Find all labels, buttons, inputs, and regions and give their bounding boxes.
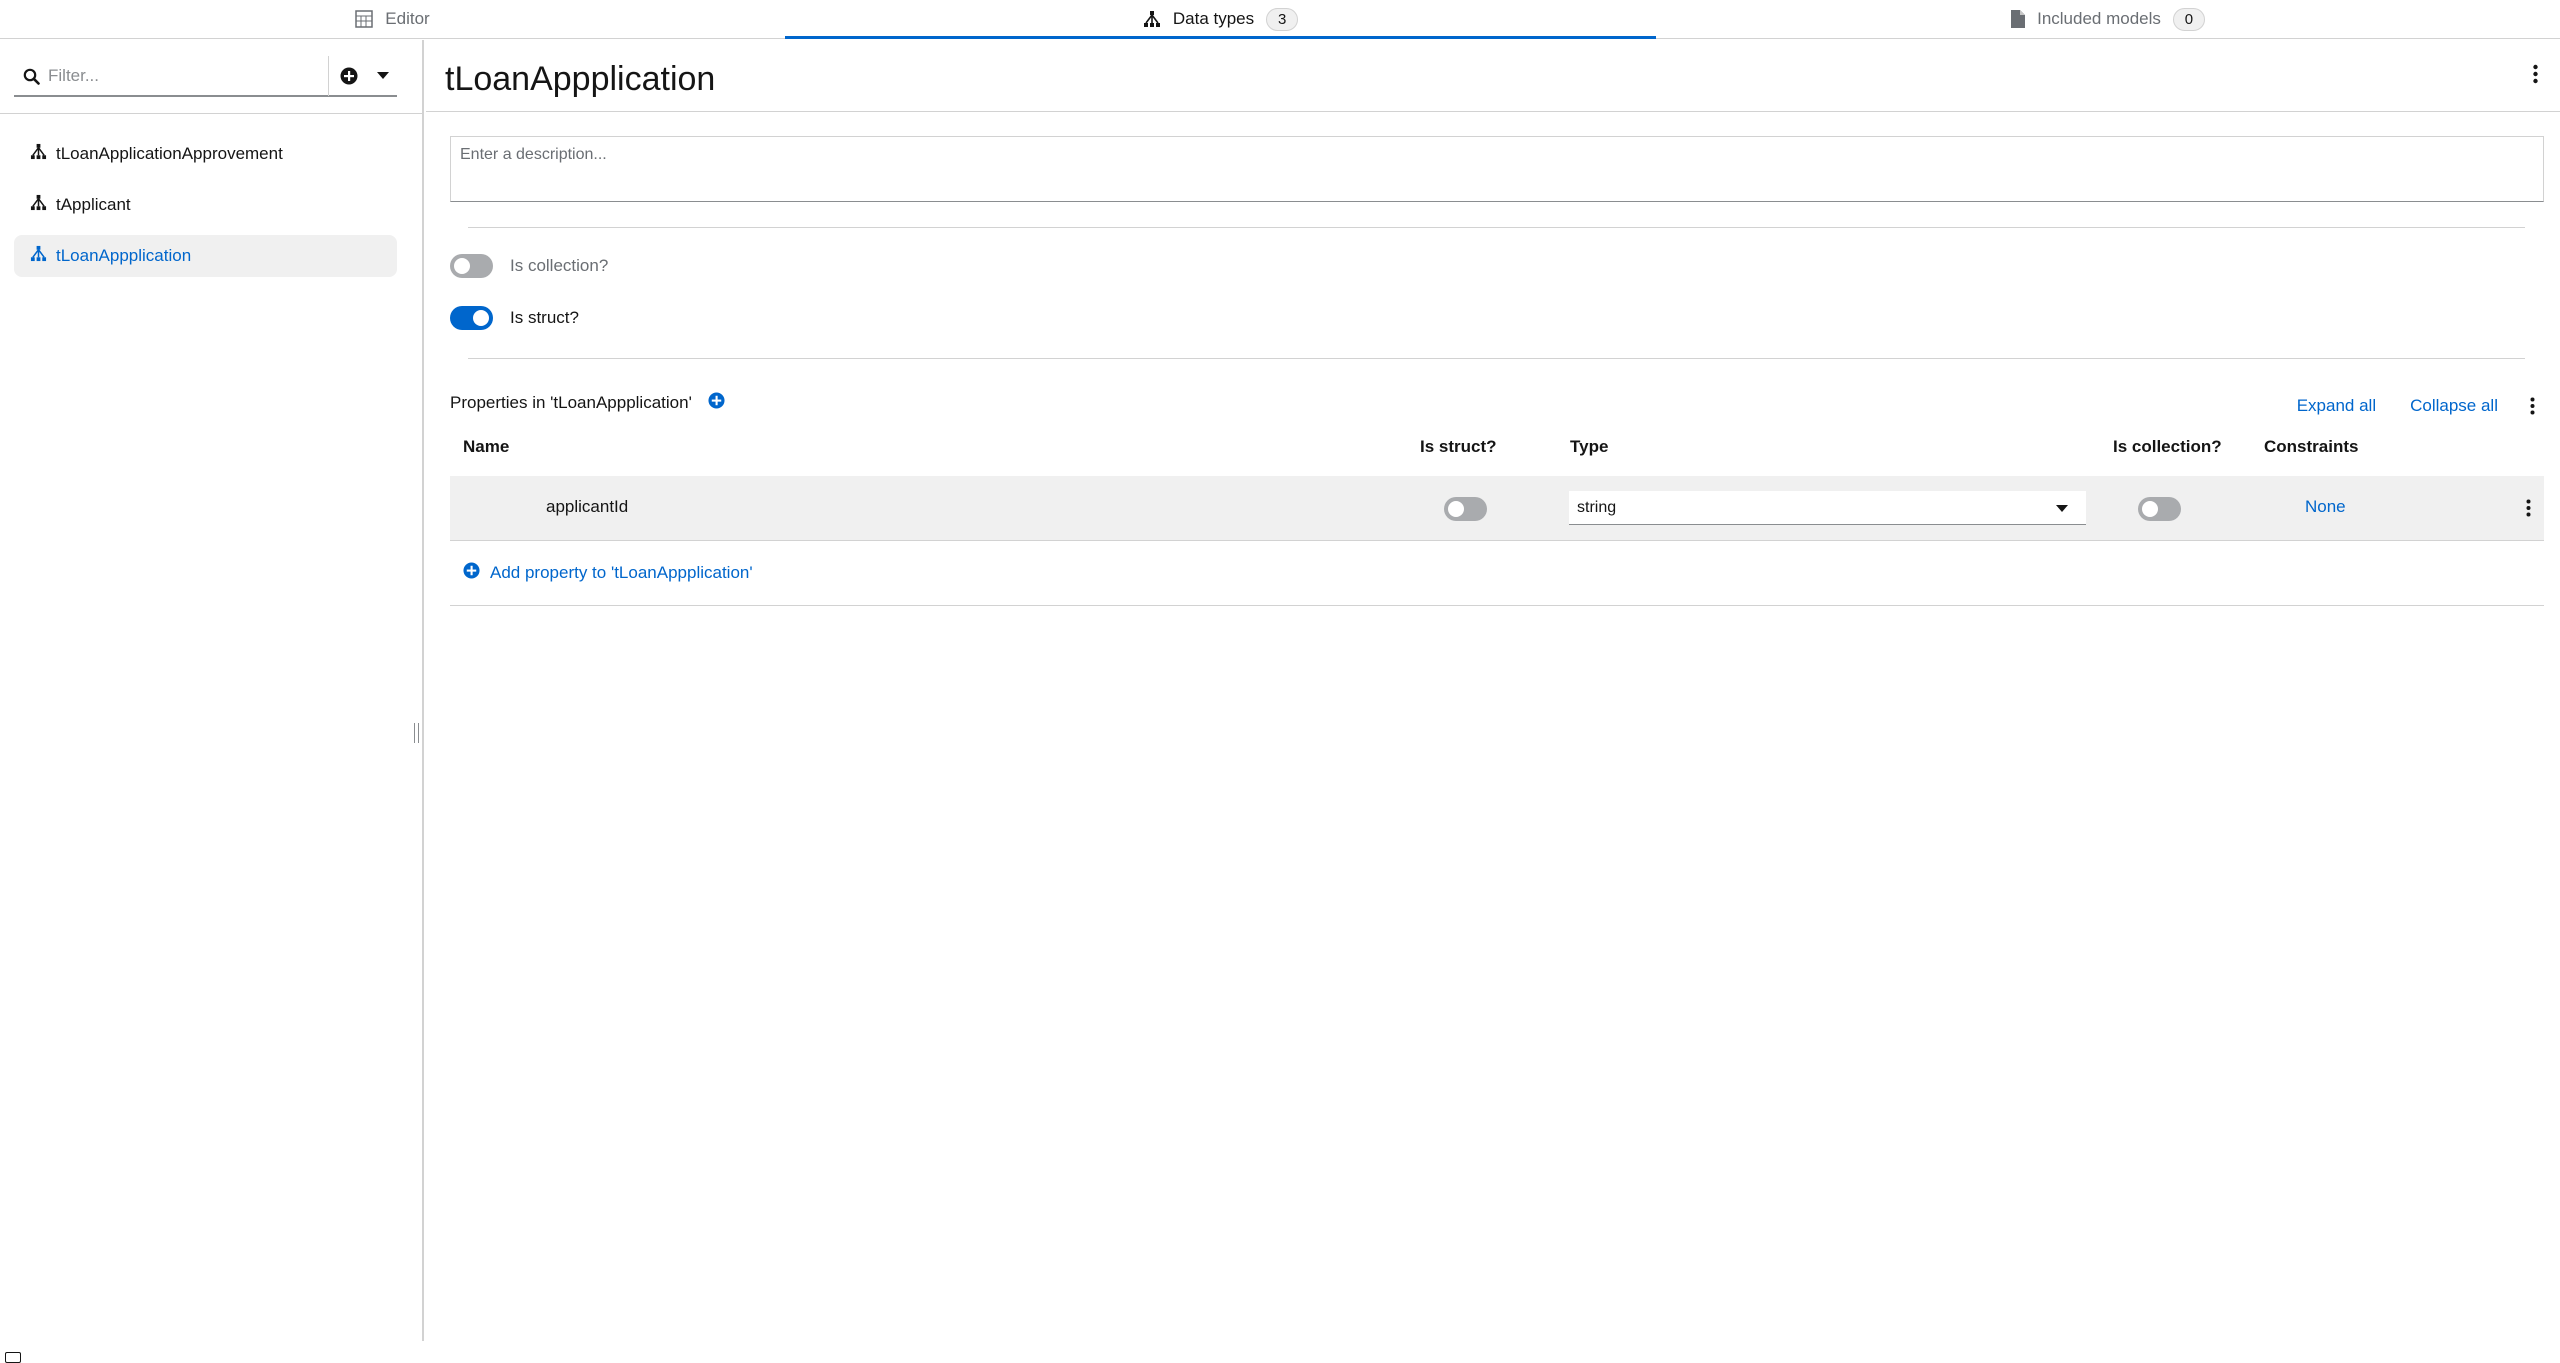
column-header-is-struct: Is struct? bbox=[1420, 437, 1497, 456]
is-collection-toggle-row: Is collection? bbox=[450, 254, 608, 278]
column-header-type: Type bbox=[1570, 437, 1609, 456]
properties-bottom-divider bbox=[450, 605, 2544, 606]
property-constraints-link[interactable]: None bbox=[2305, 497, 2346, 517]
sidebar: tLoanApplicationApprovement tApplicant t… bbox=[0, 40, 424, 1363]
data-types-count-badge: 3 bbox=[1266, 7, 1299, 31]
tab-editor-label: Editor bbox=[385, 9, 430, 28]
column-header-name: Name bbox=[463, 437, 510, 456]
caret-down-icon bbox=[2056, 505, 2068, 512]
property-type-select[interactable]: string bbox=[1569, 491, 2086, 525]
tab-included-models[interactable]: Included models 0 bbox=[1656, 0, 2560, 38]
column-header-is-collection: Is collection? bbox=[2113, 437, 2222, 456]
divider bbox=[468, 227, 2525, 228]
is-struct-switch[interactable] bbox=[450, 306, 493, 330]
main-panel: tLoanAppplication Is collection? Is stru… bbox=[426, 40, 2560, 1341]
property-name[interactable]: applicantId bbox=[546, 497, 628, 517]
add-data-type-button[interactable] bbox=[329, 56, 369, 96]
tab-bar: Editor Data types 3 Included models 0 bbox=[0, 0, 2560, 39]
tab-editor[interactable]: Editor bbox=[0, 0, 785, 38]
data-types-icon bbox=[1143, 10, 1161, 28]
data-type-list: tLoanApplicationApprovement tApplicant t… bbox=[14, 133, 397, 286]
add-property-label: Add property to 'tLoanAppplication' bbox=[490, 563, 753, 582]
kebab-icon bbox=[2526, 499, 2530, 517]
document-icon bbox=[2011, 10, 2026, 28]
property-is-struct-switch[interactable] bbox=[1444, 497, 1487, 521]
add-property-button[interactable]: Add property to 'tLoanAppplication' bbox=[463, 562, 753, 584]
properties-title: Properties in 'tLoanAppplication' bbox=[450, 393, 692, 412]
is-struct-label: Is struct? bbox=[510, 308, 579, 327]
property-is-collection-switch[interactable] bbox=[2138, 497, 2181, 521]
tab-data-types-label: Data types bbox=[1172, 9, 1255, 28]
page-title: tLoanAppplication bbox=[445, 60, 716, 98]
tab-included-models-label: Included models bbox=[2037, 9, 2161, 28]
data-type-icon bbox=[30, 143, 47, 165]
expand-all-link[interactable]: Expand all bbox=[2297, 396, 2376, 416]
is-collection-switch[interactable] bbox=[450, 254, 493, 278]
filter-bar bbox=[14, 56, 397, 97]
keyboard-shortcuts-icon[interactable] bbox=[5, 1352, 21, 1363]
plus-circle-icon bbox=[463, 562, 480, 584]
sidebar-item-tloanappplication[interactable]: tLoanAppplication bbox=[14, 235, 397, 277]
search-icon bbox=[14, 56, 48, 96]
is-collection-label: Is collection? bbox=[510, 256, 609, 275]
column-header-constraints: Constraints bbox=[2264, 437, 2359, 456]
kebab-icon bbox=[2532, 64, 2538, 84]
sidebar-item-tloanapplicationapprovement[interactable]: tLoanApplicationApprovement bbox=[14, 133, 397, 175]
title-divider bbox=[426, 111, 2560, 112]
plus-circle-icon bbox=[340, 67, 358, 85]
data-type-icon bbox=[30, 194, 47, 216]
sidebar-item-label: tLoanApplicationApprovement bbox=[56, 144, 283, 163]
properties-actions: Expand all Collapse all bbox=[2263, 390, 2544, 422]
properties-header: Properties in 'tLoanAppplication' bbox=[450, 392, 725, 414]
data-type-actions-kebab[interactable] bbox=[2523, 58, 2547, 90]
description-textarea[interactable] bbox=[450, 136, 2544, 202]
divider bbox=[468, 358, 2525, 359]
property-row-kebab[interactable] bbox=[2516, 492, 2540, 524]
collapse-all-link[interactable]: Collapse all bbox=[2410, 396, 2498, 416]
included-models-count-badge: 0 bbox=[2172, 7, 2205, 31]
editor-grid-icon bbox=[355, 10, 374, 28]
is-struct-toggle-row: Is struct? bbox=[450, 306, 579, 330]
table-row[interactable]: applicantId string None bbox=[450, 476, 2544, 541]
caret-down-icon bbox=[377, 72, 389, 79]
add-options-dropdown-toggle[interactable] bbox=[369, 56, 397, 96]
properties-actions-kebab[interactable] bbox=[2520, 390, 2544, 422]
add-property-icon[interactable] bbox=[708, 392, 725, 414]
sidebar-item-label: tApplicant bbox=[56, 195, 131, 214]
sidebar-divider bbox=[0, 113, 422, 114]
kebab-icon bbox=[2530, 397, 2534, 415]
data-type-icon bbox=[30, 245, 47, 267]
property-type-value: string bbox=[1577, 498, 1617, 516]
sidebar-item-label: tLoanAppplication bbox=[56, 246, 192, 265]
sidebar-resize-handle[interactable] bbox=[414, 723, 419, 743]
tab-data-types[interactable]: Data types 3 bbox=[785, 0, 1656, 39]
filter-input[interactable] bbox=[48, 58, 328, 94]
sidebar-item-tapplicant[interactable]: tApplicant bbox=[14, 184, 397, 226]
